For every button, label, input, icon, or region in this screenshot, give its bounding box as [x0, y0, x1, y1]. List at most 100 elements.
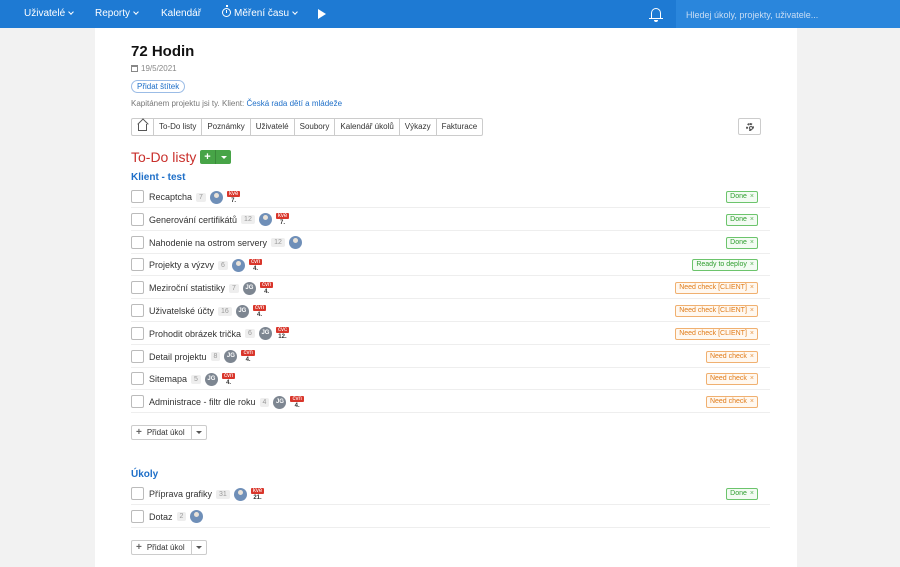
task-checkbox[interactable] — [131, 235, 144, 249]
avatar — [190, 510, 204, 524]
tab-todo-lists[interactable]: To-Do listy — [154, 119, 203, 135]
dropdown-caret-icon[interactable] — [192, 426, 206, 439]
settings-button[interactable] — [738, 118, 761, 135]
task-row[interactable]: Recaptcha 7 kvě 7. Done × — [131, 186, 770, 208]
task-checkbox[interactable] — [131, 395, 144, 409]
task-checkbox[interactable] — [131, 281, 144, 295]
close-icon[interactable]: × — [750, 261, 754, 268]
status-badge[interactable]: Need check × — [705, 350, 758, 363]
status-badge[interactable]: Need check × — [705, 396, 758, 409]
task-name[interactable]: Dotaz — [149, 512, 173, 522]
task-name[interactable]: Recaptcha — [149, 192, 192, 202]
task-row[interactable]: Uživatelské účty 16 JG čvn 4. Need check [CLI… — [131, 300, 770, 322]
status-badge[interactable]: Done × — [726, 213, 758, 226]
status-badge[interactable]: Ready to deploy × — [692, 259, 758, 272]
task-row[interactable]: Meziroční statistiky 7 JG čvn 4. Need check [… — [131, 277, 770, 300]
status-badge[interactable]: Need check × — [705, 373, 758, 386]
task-name[interactable]: Meziroční statistiky — [149, 283, 225, 293]
task-row[interactable]: Generování certifikátů 12 kvě 7. Done × — [131, 209, 770, 231]
tab-files[interactable]: Soubory — [295, 119, 336, 135]
dropdown-caret-icon[interactable] — [192, 541, 206, 554]
close-icon[interactable]: × — [750, 216, 754, 223]
close-icon[interactable]: × — [750, 307, 754, 314]
due-month: čvn — [221, 372, 236, 379]
add-task-text: Přidat úkol — [146, 542, 185, 552]
task-checkbox[interactable] — [131, 190, 144, 203]
status-badge[interactable]: Need check [CLIENT] × — [675, 305, 758, 317]
task-checkbox[interactable] — [131, 326, 144, 340]
status-label: Need check — [709, 352, 747, 360]
task-checkbox[interactable] — [131, 509, 144, 523]
task-name[interactable]: Generování certifikátů — [149, 215, 237, 225]
task-name[interactable]: Sitemapa — [149, 374, 187, 384]
task-content: Projekty a výzvy 6 čvn 4. — [149, 254, 263, 276]
close-icon[interactable]: × — [750, 375, 754, 382]
task-row[interactable]: Nahodenie na ostrom servery 12 Done × — [131, 232, 770, 254]
nav-reports-label: Reporty — [95, 8, 131, 19]
avatar: JG — [224, 350, 238, 364]
due-date-badge: kvě 7. — [275, 213, 290, 226]
list-title[interactable]: Úkoly — [131, 469, 158, 480]
status-badge[interactable]: Done × — [726, 191, 758, 203]
task-name[interactable]: Administrace - filtr dle roku — [149, 397, 256, 407]
list-title[interactable]: Klient - test — [131, 172, 185, 183]
play-icon[interactable] — [318, 9, 326, 19]
status-badge[interactable]: Need check [CLIENT] × — [675, 327, 758, 340]
dropdown-caret-icon[interactable] — [216, 150, 231, 164]
task-name[interactable]: Detail projektu — [149, 352, 207, 362]
task-name[interactable]: Příprava grafiky — [149, 489, 212, 499]
task-checkbox[interactable] — [131, 487, 144, 500]
close-icon[interactable]: × — [750, 330, 754, 337]
tab-reports[interactable]: Výkazy — [400, 119, 437, 135]
task-name[interactable]: Prohodit obrázek trička — [149, 329, 241, 339]
bell-icon[interactable] — [649, 8, 663, 22]
due-date-badge: čvc 12. — [275, 327, 289, 340]
task-row[interactable]: Dotaz 2 — [131, 506, 770, 528]
task-checkbox[interactable] — [131, 212, 144, 226]
client-link[interactable]: Česká rada dětí a mládeže — [246, 99, 342, 108]
add-list-button[interactable]: + — [200, 150, 231, 164]
add-task-button[interactable]: + Přidat úkol — [131, 539, 207, 555]
task-name[interactable]: Uživatelské účty — [149, 306, 214, 316]
task-checkbox[interactable] — [131, 349, 144, 363]
close-icon[interactable]: × — [750, 490, 754, 497]
nav-calendar[interactable]: Kalendář — [161, 0, 201, 28]
close-icon[interactable]: × — [750, 398, 754, 405]
add-tag-button[interactable]: Přidat štítek — [131, 80, 186, 93]
task-name[interactable]: Nahodenie na ostrom servery — [149, 238, 267, 248]
add-task-label[interactable]: + Přidat úkol — [132, 426, 192, 439]
close-icon[interactable]: × — [750, 239, 754, 246]
task-checkbox[interactable] — [131, 258, 144, 272]
task-checkbox[interactable] — [131, 372, 144, 386]
tab-task-calendar[interactable]: Kalendář úkolů — [335, 119, 400, 135]
tab-home[interactable] — [132, 119, 154, 135]
nav-time-tracking[interactable]: Měření času — [222, 0, 298, 28]
nav-users[interactable]: Uživatelé — [24, 0, 74, 28]
close-icon[interactable]: × — [750, 284, 754, 291]
nav-reports[interactable]: Reporty — [95, 0, 139, 28]
close-icon[interactable]: × — [750, 353, 754, 360]
avatar — [288, 236, 302, 250]
task-row[interactable]: Administrace - filtr dle roku 4 JG čvn 4. Nee… — [131, 391, 770, 414]
plus-icon[interactable]: + — [200, 150, 216, 164]
status-badge[interactable]: Done × — [726, 488, 758, 500]
task-row[interactable]: Prohodit obrázek trička 6 JG čvc 12. Need che… — [131, 323, 770, 345]
add-task-label[interactable]: + Přidat úkol — [132, 540, 192, 554]
avatar — [258, 213, 272, 227]
add-task-button[interactable]: + Přidat úkol — [131, 425, 207, 440]
task-row[interactable]: Příprava grafiky 31 kvě 21. Done × — [131, 483, 770, 505]
status-badge[interactable]: Need check [CLIENT] × — [675, 282, 758, 295]
tab-users[interactable]: Uživatelé — [251, 119, 295, 135]
search-input[interactable] — [686, 8, 891, 22]
status-badge[interactable]: Done × — [726, 236, 758, 249]
add-task-text: Přidat úkol — [146, 428, 185, 437]
task-name[interactable]: Projekty a výzvy — [149, 260, 214, 270]
close-icon[interactable]: × — [750, 193, 754, 200]
task-checkbox[interactable] — [131, 304, 144, 317]
task-row[interactable]: Sitemapa 5 JG čvn 4. Need check × — [131, 368, 770, 391]
tab-notes[interactable]: Poznámky — [202, 119, 251, 135]
task-row[interactable]: Detail projektu 8 JG čvn 4. Need check × — [131, 346, 770, 368]
task-count: 12 — [271, 238, 285, 248]
task-row[interactable]: Projekty a výzvy 6 čvn 4. Ready to deploy × — [131, 254, 770, 277]
tab-invoicing[interactable]: Fakturace — [437, 119, 483, 135]
